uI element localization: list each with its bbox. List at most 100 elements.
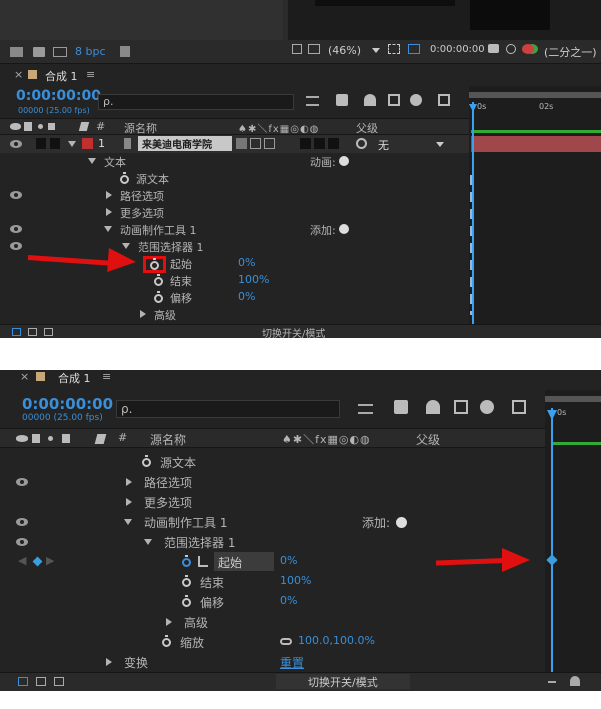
current-time[interactable]: 0:00:00:00 (22, 395, 113, 413)
animate-menu-icon[interactable] (339, 156, 349, 166)
playhead-line[interactable] (472, 102, 474, 338)
pickwhip-icon[interactable] (356, 138, 367, 149)
row-offset[interactable]: 偏移 0% (0, 289, 469, 306)
toggle-in-out-icon[interactable] (44, 328, 53, 336)
row-transform[interactable]: 变换 重置 (0, 652, 545, 672)
constrain-proportions-icon[interactable] (280, 638, 292, 645)
shy-icon[interactable] (364, 94, 376, 106)
switch-box-1[interactable] (300, 138, 311, 149)
stopwatch-icon[interactable] (182, 575, 191, 587)
reset-link[interactable]: 重置 (280, 654, 304, 671)
toggle-transfer-icon[interactable] (36, 677, 46, 686)
col-source-name[interactable]: 源名称 (150, 431, 186, 448)
graph-editor-icon[interactable] (512, 400, 526, 414)
audio-icon[interactable] (32, 434, 40, 443)
start-value[interactable]: 0% (280, 554, 297, 567)
row-advanced[interactable]: 高级 (0, 306, 469, 323)
region-icon[interactable] (388, 44, 400, 54)
zoom-level[interactable]: (46%) (328, 44, 361, 57)
stopwatch-icon[interactable] (154, 274, 163, 286)
playhead-handle[interactable] (547, 410, 557, 420)
scale-value[interactable]: 100.0,100.0% (298, 634, 375, 647)
eye-icon[interactable] (10, 140, 22, 148)
viewer-timecode[interactable]: 0:00:00:00 (430, 44, 485, 55)
playhead-handle[interactable] (469, 104, 477, 112)
col-source-name[interactable]: 源名称 (124, 120, 157, 136)
row-end[interactable]: 结束 100% (0, 572, 545, 592)
zoom-dropdown-icon[interactable] (372, 48, 380, 53)
close-tab-icon[interactable]: × (14, 68, 23, 81)
row-advanced[interactable]: 高级 (0, 612, 545, 632)
search-input[interactable]: ρ. (98, 94, 294, 110)
row-animator[interactable]: 动画制作工具 1 添加: (0, 512, 545, 532)
end-value[interactable]: 100% (238, 273, 269, 286)
monitor-icon[interactable] (308, 44, 320, 54)
row-path-options[interactable]: 路径选项 (0, 472, 545, 492)
eye-icon[interactable] (10, 225, 22, 233)
add-label[interactable]: 添加: (310, 222, 336, 238)
expand-icon[interactable] (144, 539, 152, 545)
eye-icon[interactable] (10, 191, 22, 199)
expand-icon[interactable] (126, 498, 132, 506)
panel-menu-icon[interactable]: ≡ (86, 68, 95, 81)
label-icon[interactable] (94, 434, 107, 444)
start-value[interactable]: 0% (238, 256, 255, 269)
motion-blur-icon[interactable] (480, 400, 494, 414)
toggle-in-out-icon[interactable] (54, 677, 64, 686)
quality-switch[interactable] (264, 138, 275, 149)
expand-icon[interactable] (124, 519, 132, 525)
folder-icon[interactable] (33, 47, 45, 57)
offset-value[interactable]: 0% (280, 594, 297, 607)
transparency-grid-icon[interactable] (408, 44, 420, 54)
row-animator[interactable]: 动画制作工具 1 添加: (0, 221, 469, 238)
draft-3d-icon[interactable] (394, 400, 408, 414)
zoom-slider-handle[interactable] (570, 676, 580, 686)
row-source-text[interactable]: 源文本 (0, 170, 469, 187)
resolution-select[interactable]: (二分之一) (544, 44, 597, 60)
grid-icon[interactable] (292, 44, 302, 54)
row-text[interactable]: 文本 动画: (0, 153, 469, 170)
offset-value[interactable]: 0% (238, 290, 255, 303)
bpc-label[interactable]: 8 bpc (75, 45, 106, 58)
work-area-bar[interactable] (545, 396, 601, 402)
row-end[interactable]: 结束 100% (0, 272, 469, 289)
comp-mini-flowchart-icon[interactable] (358, 404, 373, 414)
parent-dropdown-icon[interactable] (436, 142, 444, 147)
layer-expand-icon[interactable] (68, 141, 76, 147)
row-path-options[interactable]: 路径选项 (0, 187, 469, 204)
snapshot-icon[interactable] (488, 44, 499, 53)
channel-icon[interactable] (522, 44, 534, 54)
toggle-transfer-icon[interactable] (28, 328, 37, 336)
zoom-out-icon[interactable] (548, 681, 556, 683)
col-parent[interactable]: 父级 (356, 120, 378, 136)
solo-icon[interactable] (38, 124, 43, 129)
solo-box[interactable] (36, 138, 46, 149)
end-value[interactable]: 100% (280, 574, 311, 587)
work-area-bar[interactable] (469, 92, 601, 98)
parent-value[interactable]: 无 (378, 137, 389, 153)
label-icon[interactable] (78, 122, 90, 131)
switch-box-3[interactable] (328, 138, 339, 149)
close-tab-icon[interactable]: × (20, 370, 29, 383)
expand-icon[interactable] (106, 658, 112, 666)
comp-mini-flowchart-icon[interactable] (306, 96, 319, 106)
stopwatch-icon[interactable] (142, 455, 151, 467)
comp-tab-label[interactable]: 合成 1 (45, 68, 78, 84)
shy-switch[interactable] (236, 138, 247, 149)
search-input[interactable]: ρ. (116, 400, 340, 418)
stopwatch-icon[interactable] (154, 291, 163, 303)
expand-icon[interactable] (106, 208, 112, 216)
start-label-field[interactable]: 起始 (214, 552, 274, 571)
stopwatch-icon[interactable] (182, 555, 191, 567)
layer-name-field[interactable]: 来美迪电商学院 (138, 136, 232, 151)
label-color-chip[interactable] (82, 138, 93, 149)
toggle-layer-switches-icon[interactable] (12, 328, 21, 336)
work-area-range[interactable] (471, 130, 601, 133)
stopwatch-icon[interactable] (150, 258, 159, 270)
eye-icon[interactable] (16, 518, 28, 526)
show-snapshot-icon[interactable] (506, 44, 516, 54)
expand-icon[interactable] (88, 158, 96, 164)
row-source-text[interactable]: 源文本 (0, 452, 545, 472)
row-scale[interactable]: 缩放 100.0,100.0% (0, 632, 545, 652)
lock-box[interactable] (50, 138, 60, 149)
